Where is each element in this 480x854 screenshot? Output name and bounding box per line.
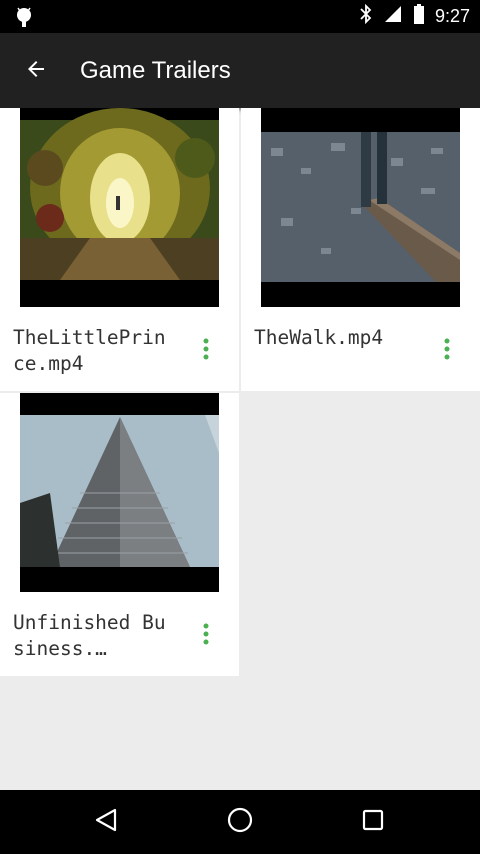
forest-archway-thumbnail[interactable] <box>20 108 219 307</box>
status-bar: 9:27 <box>0 0 480 33</box>
back-button[interactable] <box>16 53 56 89</box>
more-options-button[interactable] <box>435 334 459 368</box>
skyscraper-thumbnail[interactable] <box>20 393 219 592</box>
page-title: Game Trailers <box>80 57 231 84</box>
app-bar: Game Trailers <box>0 33 480 108</box>
video-card[interactable]: Unfinished Business.… <box>0 393 239 676</box>
more-options-button[interactable] <box>194 619 218 653</box>
video-name: TheLittlePrince.mp4 <box>13 326 166 375</box>
more-vert-icon <box>203 338 209 365</box>
battery-icon <box>413 4 425 29</box>
home-circle-icon <box>226 806 254 839</box>
city-from-height-thumbnail[interactable] <box>261 108 460 307</box>
video-card[interactable]: TheWalk.mp4 <box>241 108 480 391</box>
recents-square-icon <box>361 808 385 837</box>
more-options-button[interactable] <box>194 334 218 368</box>
video-card[interactable]: TheLittlePrince.mp4 <box>0 108 239 391</box>
video-name: TheWalk.mp4 <box>254 326 384 349</box>
nav-back-button[interactable] <box>86 802 126 842</box>
android-debug-icon <box>14 6 34 28</box>
signal-icon <box>383 4 403 29</box>
more-vert-icon <box>444 338 450 365</box>
back-triangle-icon <box>93 807 119 838</box>
arrow-left-icon <box>24 57 48 86</box>
navigation-bar <box>0 790 480 854</box>
nav-recents-button[interactable] <box>353 802 393 842</box>
status-time: 9:27 <box>434 6 470 26</box>
nav-home-button[interactable] <box>220 802 260 842</box>
more-vert-icon <box>203 623 209 650</box>
video-name: Unfinished Business.… <box>13 611 166 660</box>
bluetooth-icon <box>359 3 373 29</box>
